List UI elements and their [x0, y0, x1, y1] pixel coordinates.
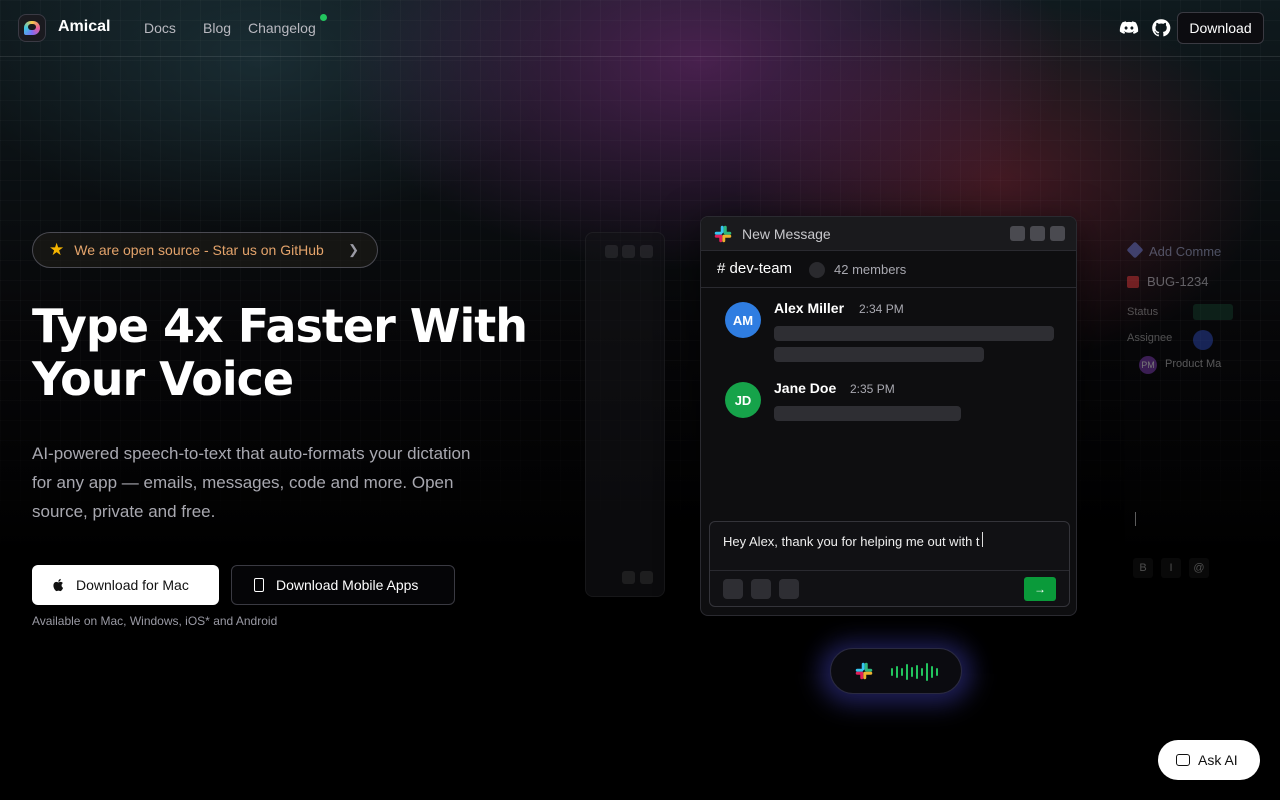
channel-name[interactable]: # dev-team	[717, 260, 792, 277]
download-mobile-label: Download Mobile Apps	[276, 577, 419, 593]
slack-icon	[714, 225, 732, 243]
hero-subtitle: AI-powered speech-to-text that auto-form…	[32, 444, 471, 521]
apple-icon	[53, 578, 64, 592]
attach-button[interactable]	[751, 579, 771, 599]
chevron-right-icon: ❯	[348, 242, 359, 257]
status-label: Status	[1127, 306, 1159, 318]
download-mac-label: Download for Mac	[76, 577, 189, 593]
discord-icon[interactable]	[1119, 18, 1139, 38]
nav-download-button[interactable]: Download	[1177, 12, 1264, 44]
maximize-button[interactable]	[1030, 226, 1045, 241]
amical-logo-icon[interactable]	[18, 14, 46, 42]
member-count[interactable]: 42 members	[834, 262, 906, 277]
message-time: 2:35 PM	[850, 382, 895, 396]
message-placeholder	[774, 406, 961, 421]
nav-link-blog[interactable]: Blog	[203, 20, 231, 36]
pm-avatar: PM	[1139, 356, 1157, 374]
text-caret	[1135, 512, 1136, 526]
avatar: AM	[725, 302, 761, 338]
background-window-right: Add Comme BUG-1234 Status Assignee PM Pr…	[1113, 232, 1280, 597]
composer-text: Hey Alex, thank you for helping me out w…	[723, 534, 980, 549]
chat-bubble-icon	[1176, 754, 1190, 766]
top-nav: Amical Docs Blog Changelog Download	[0, 0, 1280, 57]
ask-ai-label: Ask AI	[1198, 752, 1238, 768]
add-comment-title: Add Comme	[1149, 244, 1222, 259]
voice-recorder-pill[interactable]	[830, 648, 962, 694]
window-header: New Message	[701, 217, 1076, 251]
format-button[interactable]	[723, 579, 743, 599]
avatar: JD	[725, 382, 761, 418]
hero-title-line1: Type 4x Faster With	[32, 299, 528, 353]
hero-title-line2: Your Voice	[32, 352, 294, 406]
github-icon[interactable]	[1151, 18, 1171, 38]
minimize-button[interactable]	[1010, 226, 1025, 241]
background-window-left	[585, 232, 665, 597]
mention-button: @	[1189, 558, 1209, 578]
jira-icon	[1126, 241, 1144, 259]
github-star-badge[interactable]: ★ We are open source - Star us on GitHub…	[32, 232, 378, 268]
window-title: New Message	[742, 226, 831, 242]
bug-ticket-label: BUG-1234	[1127, 274, 1208, 289]
assignee-label: Assignee	[1127, 332, 1173, 344]
members-icon	[809, 262, 825, 278]
message-placeholder	[774, 326, 1054, 341]
message-composer[interactable]: Hey Alex, thank you for helping me out w…	[709, 521, 1070, 607]
hero-title: Type 4x Faster With Your Voice	[32, 300, 552, 406]
nav-link-changelog[interactable]: Changelog	[248, 20, 316, 36]
channel-header: # dev-team 42 members	[701, 251, 1076, 288]
message-placeholder	[774, 347, 984, 362]
italic-button: I	[1161, 558, 1181, 578]
assignee-avatar	[1193, 330, 1213, 350]
ask-ai-button[interactable]: Ask AI	[1158, 740, 1260, 780]
pm-label: Product Ma	[1165, 358, 1222, 370]
phone-icon	[254, 578, 264, 592]
changelog-new-indicator	[320, 14, 327, 21]
composer-input[interactable]: Hey Alex, thank you for helping me out w…	[723, 532, 984, 549]
text-caret	[981, 532, 984, 547]
toolbar-button	[640, 571, 653, 584]
download-mac-button[interactable]: Download for Mac	[32, 565, 219, 605]
message-author: Jane Doe	[774, 380, 837, 396]
badge-text: We are open source - Star us on GitHub	[74, 242, 324, 258]
message-time: 2:34 PM	[859, 302, 904, 316]
availability-note: Available on Mac, Windows, iOS* and Andr…	[32, 614, 278, 628]
slack-icon	[855, 662, 873, 680]
emoji-button[interactable]	[779, 579, 799, 599]
slack-demo-window: New Message # dev-team 42 members AM Ale…	[700, 216, 1077, 616]
download-mobile-button[interactable]: Download Mobile Apps	[231, 565, 455, 605]
status-pill	[1193, 304, 1233, 320]
message-author: Alex Miller	[774, 300, 845, 316]
window-control	[605, 245, 618, 258]
bold-button: B	[1133, 558, 1153, 578]
star-icon: ★	[49, 240, 65, 259]
window-control	[640, 245, 653, 258]
close-button[interactable]	[1050, 226, 1065, 241]
send-button[interactable]: →	[1024, 577, 1056, 601]
toolbar-button	[622, 571, 635, 584]
composer-divider	[710, 570, 1069, 571]
window-control	[622, 245, 635, 258]
brand-name[interactable]: Amical	[58, 18, 110, 36]
nav-link-docs[interactable]: Docs	[144, 20, 176, 36]
